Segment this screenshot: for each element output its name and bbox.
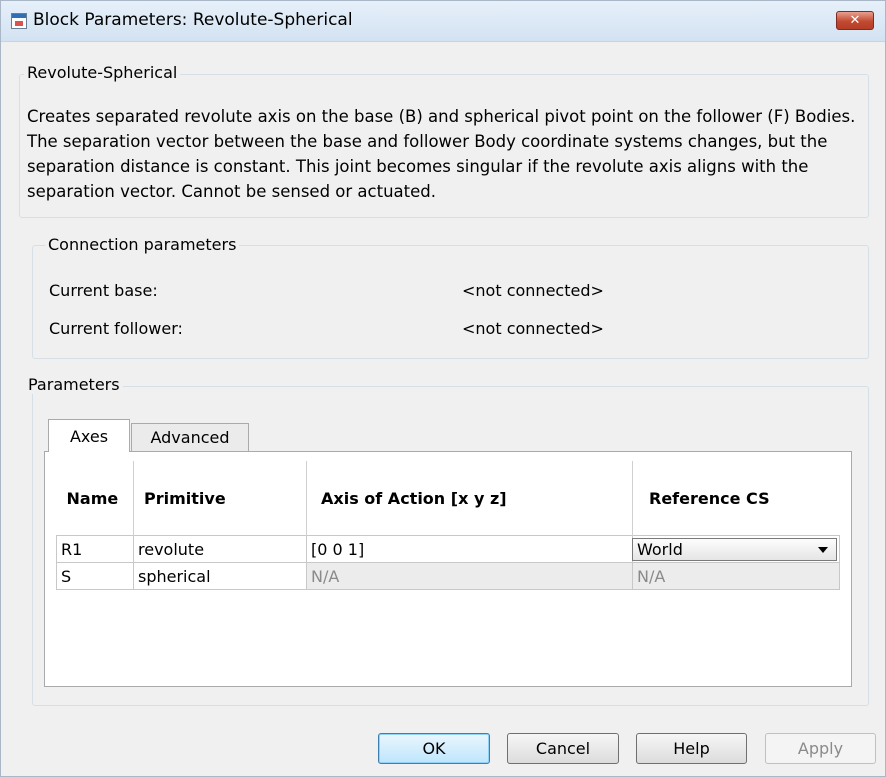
cell-reference-disabled: N/A (632, 562, 840, 590)
axes-table: Name Primitive Axis of Action [x y z] Re… (56, 461, 840, 590)
title-bar[interactable]: Block Parameters: Revolute-Spherical ✕ (1, 1, 885, 42)
tab-advanced[interactable]: Advanced (131, 423, 249, 451)
column-header-name[interactable]: Name (56, 461, 134, 536)
close-icon[interactable]: ✕ (836, 11, 874, 30)
table-header-row: Name Primitive Axis of Action [x y z] Re… (56, 461, 840, 536)
apply-button: Apply (765, 733, 876, 764)
cell-primitive[interactable]: revolute (133, 535, 307, 563)
current-base-label: Current base: (49, 281, 158, 300)
current-follower-value: <not connected> (462, 319, 604, 338)
cell-axis-disabled: N/A (306, 562, 633, 590)
simulink-block-icon (11, 13, 27, 29)
connection-parameters-title: Connection parameters (45, 235, 240, 254)
help-button[interactable]: Help (636, 733, 747, 764)
description-group-title: Revolute-Spherical (24, 63, 181, 82)
table-row: R1 revolute [0 0 1] World (56, 535, 840, 563)
chevron-down-icon[interactable] (818, 546, 828, 553)
cell-name[interactable]: S (56, 562, 134, 590)
block-description-text: Creates separated revolute axis on the b… (27, 107, 856, 201)
ok-button[interactable]: OK (378, 733, 490, 764)
tab-axes[interactable]: Axes (48, 419, 130, 452)
cell-primitive[interactable]: spherical (133, 562, 307, 590)
parameters-group-title: Parameters (25, 375, 123, 394)
connection-parameters-group (32, 245, 869, 359)
table-row: S spherical N/A N/A (56, 562, 840, 590)
current-base-value: <not connected> (462, 281, 604, 300)
cancel-button[interactable]: Cancel (507, 733, 619, 764)
column-header-axis[interactable]: Axis of Action [x y z] (306, 461, 633, 536)
column-header-reference-cs[interactable]: Reference CS (632, 461, 840, 536)
cell-name[interactable]: R1 (56, 535, 134, 563)
reference-cs-selected: World (637, 539, 683, 559)
axis-of-action-input[interactable]: [0 0 1] (306, 535, 633, 563)
column-header-primitive[interactable]: Primitive (133, 461, 307, 536)
reference-cs-cell: World (632, 535, 840, 563)
window-title: Block Parameters: Revolute-Spherical (33, 10, 353, 30)
reference-cs-dropdown[interactable]: World (632, 537, 837, 561)
block-parameters-dialog: Block Parameters: Revolute-Spherical ✕ R… (0, 0, 886, 777)
current-follower-label: Current follower: (49, 319, 183, 338)
